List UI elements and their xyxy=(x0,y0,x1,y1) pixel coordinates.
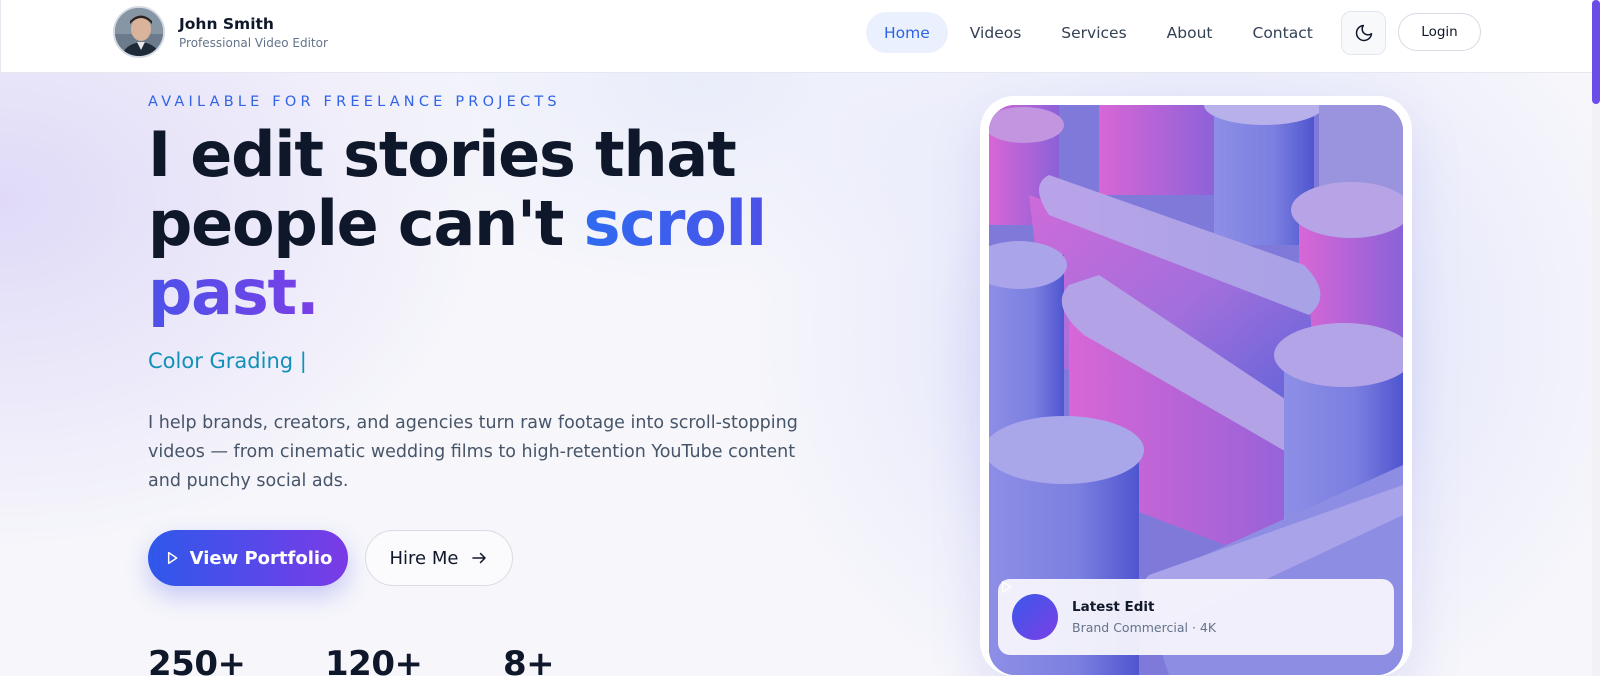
stat-item: 8+ xyxy=(503,644,555,676)
site-header: John Smith Professional Video Editor Hom… xyxy=(0,0,1592,73)
video-showcase-frame: Latest Edit Brand Commercial · 4K xyxy=(980,96,1412,676)
stat-item: 120+ xyxy=(325,644,503,676)
scrollbar-thumb[interactable] xyxy=(1592,0,1600,104)
view-portfolio-button[interactable]: View Portfolio xyxy=(148,530,348,586)
brand-role: Professional Video Editor xyxy=(179,35,328,50)
latest-edit-subtitle: Brand Commercial · 4K xyxy=(1072,620,1217,635)
stat-value: 8+ xyxy=(503,644,555,676)
stats-row: 250+ 120+ 8+ xyxy=(148,644,555,676)
scrollbar[interactable] xyxy=(1592,0,1600,676)
latest-edit-title: Latest Edit xyxy=(1072,599,1155,615)
stat-item: 250+ xyxy=(148,644,325,676)
hero-headline: I edit stories that people can't scroll … xyxy=(148,120,868,327)
avatar xyxy=(113,6,165,58)
brand-name: John Smith xyxy=(179,14,274,33)
cta-row: View Portfolio Hire Me xyxy=(148,530,868,586)
play-icon xyxy=(1002,581,1012,593)
nav-item-videos[interactable]: Videos xyxy=(952,12,1040,53)
view-portfolio-label: View Portfolio xyxy=(189,547,333,569)
availability-eyebrow: AVAILABLE FOR FREELANCE PROJECTS xyxy=(148,94,561,110)
main-nav: Home Videos Services About Contact xyxy=(866,12,1335,53)
brand[interactable]: John Smith Professional Video Editor xyxy=(113,6,328,58)
video-thumbnail[interactable]: Latest Edit Brand Commercial · 4K xyxy=(989,105,1403,675)
nav-item-contact[interactable]: Contact xyxy=(1235,12,1331,53)
stat-value: 250+ xyxy=(148,644,246,676)
latest-edit-card[interactable]: Latest Edit Brand Commercial · 4K xyxy=(998,579,1394,655)
stat-value: 120+ xyxy=(325,644,423,676)
theme-toggle-button[interactable] xyxy=(1341,11,1386,55)
typing-text: Color Grading | xyxy=(148,349,307,373)
moon-icon xyxy=(1355,24,1372,42)
nav-item-home[interactable]: Home xyxy=(866,12,948,53)
nav-item-services[interactable]: Services xyxy=(1043,12,1144,53)
play-icon xyxy=(164,550,180,566)
hero-section: AVAILABLE FOR FREELANCE PROJECTS I edit … xyxy=(148,90,868,586)
hire-me-button[interactable]: Hire Me xyxy=(365,530,513,586)
login-button[interactable]: Login xyxy=(1398,13,1481,51)
arrow-right-icon xyxy=(470,549,488,567)
play-button[interactable] xyxy=(1002,581,1058,640)
hire-me-label: Hire Me xyxy=(389,547,459,569)
nav-item-about[interactable]: About xyxy=(1149,12,1231,53)
hero-description: I help brands, creators, and agencies tu… xyxy=(148,413,798,491)
